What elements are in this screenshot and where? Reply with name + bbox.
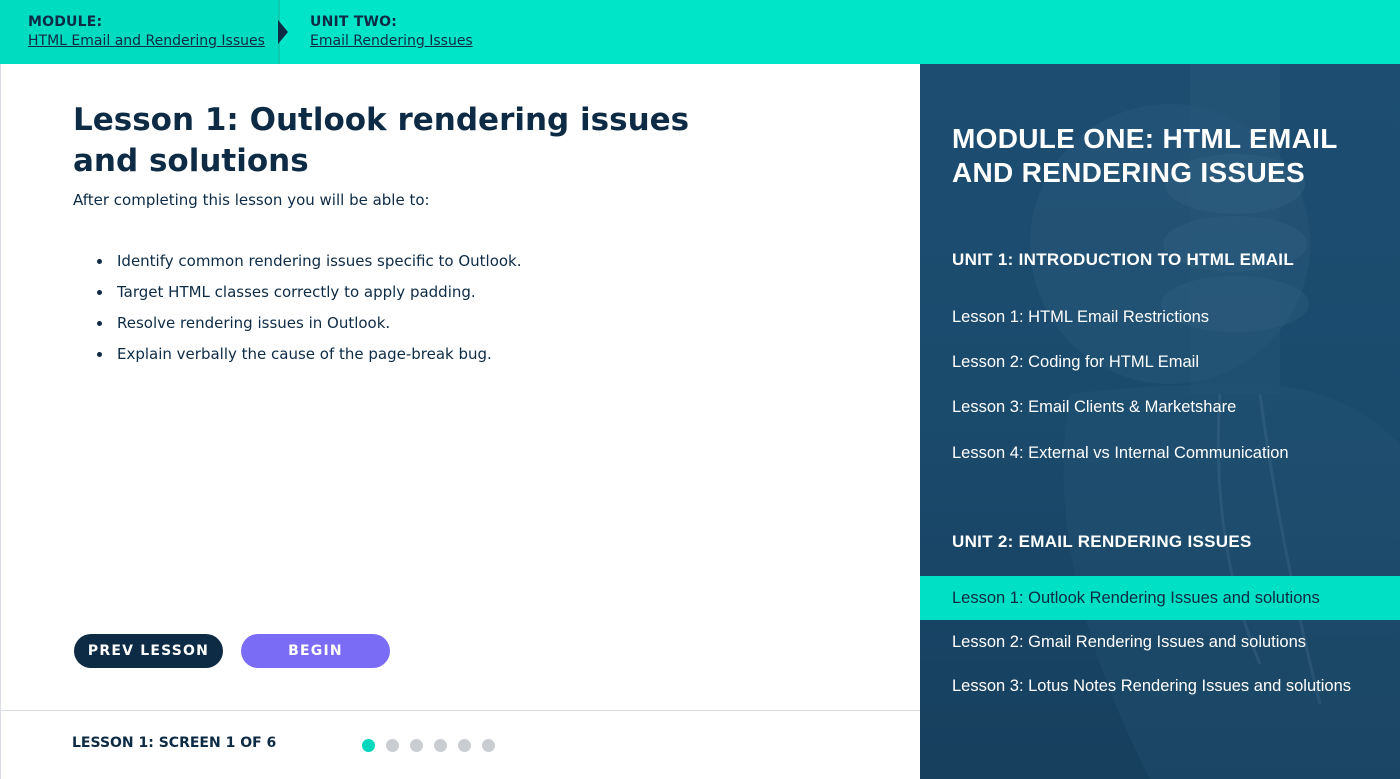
unit-1-heading: UNIT 1: INTRODUCTION TO HTML EMAIL [952, 250, 1294, 269]
objective-item: Target HTML classes correctly to apply p… [97, 277, 522, 308]
page-title: Lesson 1: Outlook rendering issues and s… [73, 102, 690, 179]
begin-button[interactable]: BEGIN [241, 634, 390, 668]
sidebar-unit1-lesson-3[interactable]: Lesson 3: Email Clients & Marketshare [952, 398, 1236, 417]
sidebar-module-title: MODULE ONE: HTML EMAIL AND RENDERING ISS… [952, 123, 1338, 188]
screen-progress-dots [362, 739, 495, 752]
breadcrumb-module-label: MODULE: [28, 14, 103, 30]
progress-dot-3[interactable] [410, 739, 423, 752]
breadcrumb-unit-link[interactable]: Email Rendering Issues [310, 33, 473, 49]
progress-dot-6[interactable] [482, 739, 495, 752]
sidebar-unit2-lesson-1-active[interactable]: Lesson 1: Outlook Rendering Issues and s… [952, 589, 1320, 608]
progress-dot-5[interactable] [458, 739, 471, 752]
breadcrumb-unit-label: UNIT TWO: [310, 14, 398, 30]
breadcrumb-module-link[interactable]: HTML Email and Rendering Issues [28, 33, 265, 49]
unit-2-heading: UNIT 2: EMAIL RENDERING ISSUES [952, 532, 1252, 551]
sidebar-unit1-lesson-2[interactable]: Lesson 2: Coding for HTML Email [952, 353, 1199, 372]
lesson-intro: After completing this lesson you will be… [73, 191, 430, 209]
course-sidebar: MODULE ONE: HTML EMAIL AND RENDERING ISS… [920, 64, 1400, 779]
progress-dot-1[interactable] [362, 739, 375, 752]
objective-item: Identify common rendering issues specifi… [97, 246, 522, 277]
objectives-list: Identify common rendering issues specifi… [97, 246, 522, 370]
breadcrumb: MODULE: HTML Email and Rendering Issues … [0, 0, 1400, 64]
breadcrumb-module-segment [0, 0, 278, 64]
sidebar-unit1-lesson-1[interactable]: Lesson 1: HTML Email Restrictions [952, 308, 1209, 327]
breadcrumb-arrow-icon [278, 20, 288, 44]
screen-counter: LESSON 1: SCREEN 1 OF 6 [72, 735, 277, 751]
sidebar-unit1-lesson-4[interactable]: Lesson 4: External vs Internal Communica… [952, 444, 1289, 463]
lesson-content: Lesson 1: Outlook rendering issues and s… [0, 64, 921, 779]
sidebar-unit2-lesson-3[interactable]: Lesson 3: Lotus Notes Rendering Issues a… [952, 677, 1351, 696]
sidebar-unit2-lesson-2[interactable]: Lesson 2: Gmail Rendering Issues and sol… [952, 633, 1306, 652]
prev-lesson-button[interactable]: PREV LESSON [74, 634, 223, 668]
progress-dot-2[interactable] [386, 739, 399, 752]
objective-item: Resolve rendering issues in Outlook. [97, 308, 522, 339]
objective-item: Explain verbally the cause of the page-b… [97, 339, 522, 370]
footer-divider [1, 710, 921, 711]
progress-dot-4[interactable] [434, 739, 447, 752]
